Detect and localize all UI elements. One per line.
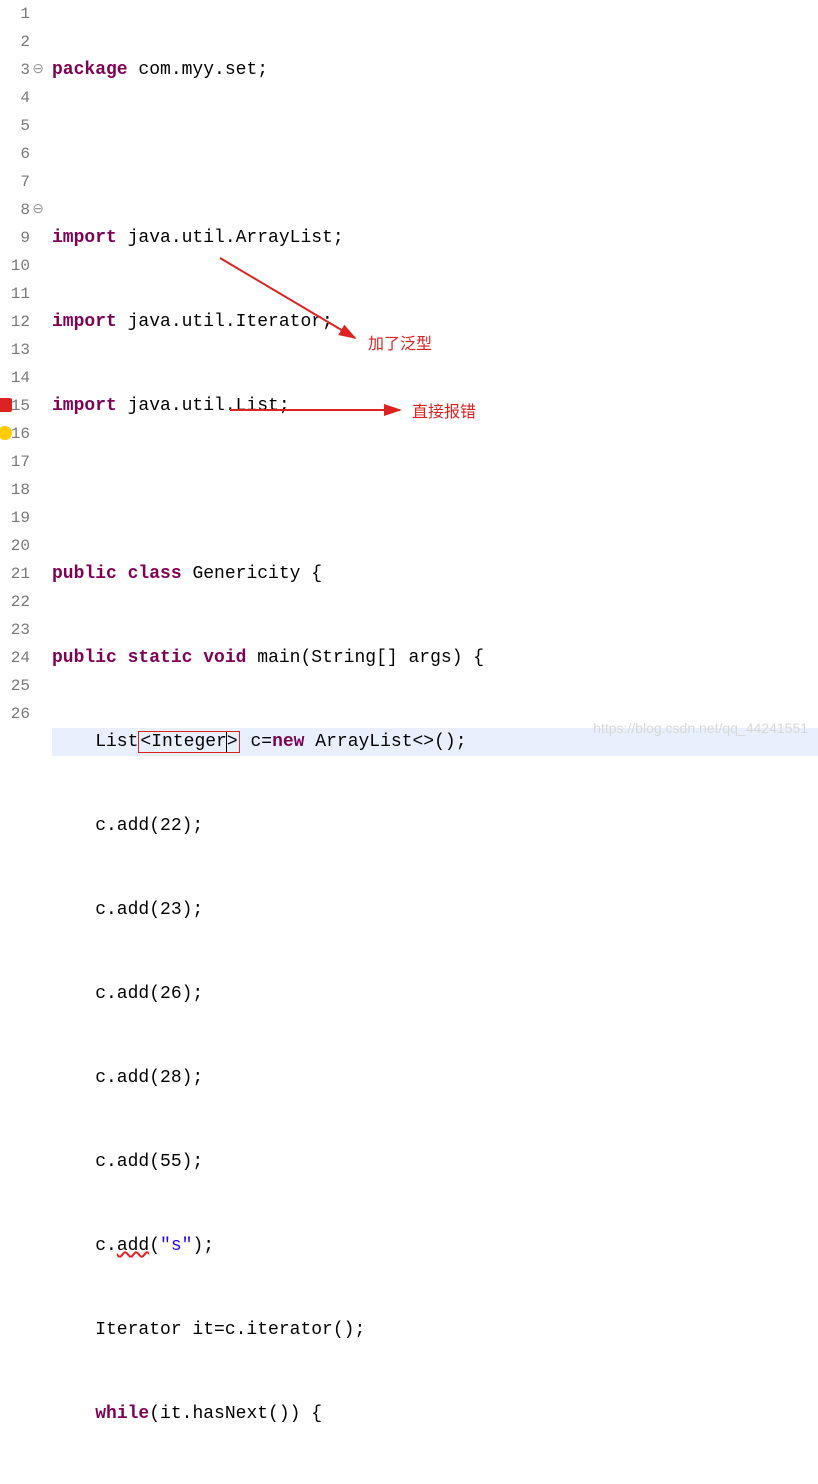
annotation-arrow-2 [230,400,420,420]
error-method: add [117,1236,149,1256]
line-number-gutter: 1 2 3 4 5 6 7 8 9 10 11 12 13 14 15 16 1… [0,0,36,1484]
code-area[interactable]: package com.myy.set; import java.util.Ar… [36,0,818,1484]
keyword-package: package [52,60,128,80]
annotation-arrow-1 [200,250,400,360]
watermark: https://blog.csdn.net/qq_44241551 [593,720,808,736]
